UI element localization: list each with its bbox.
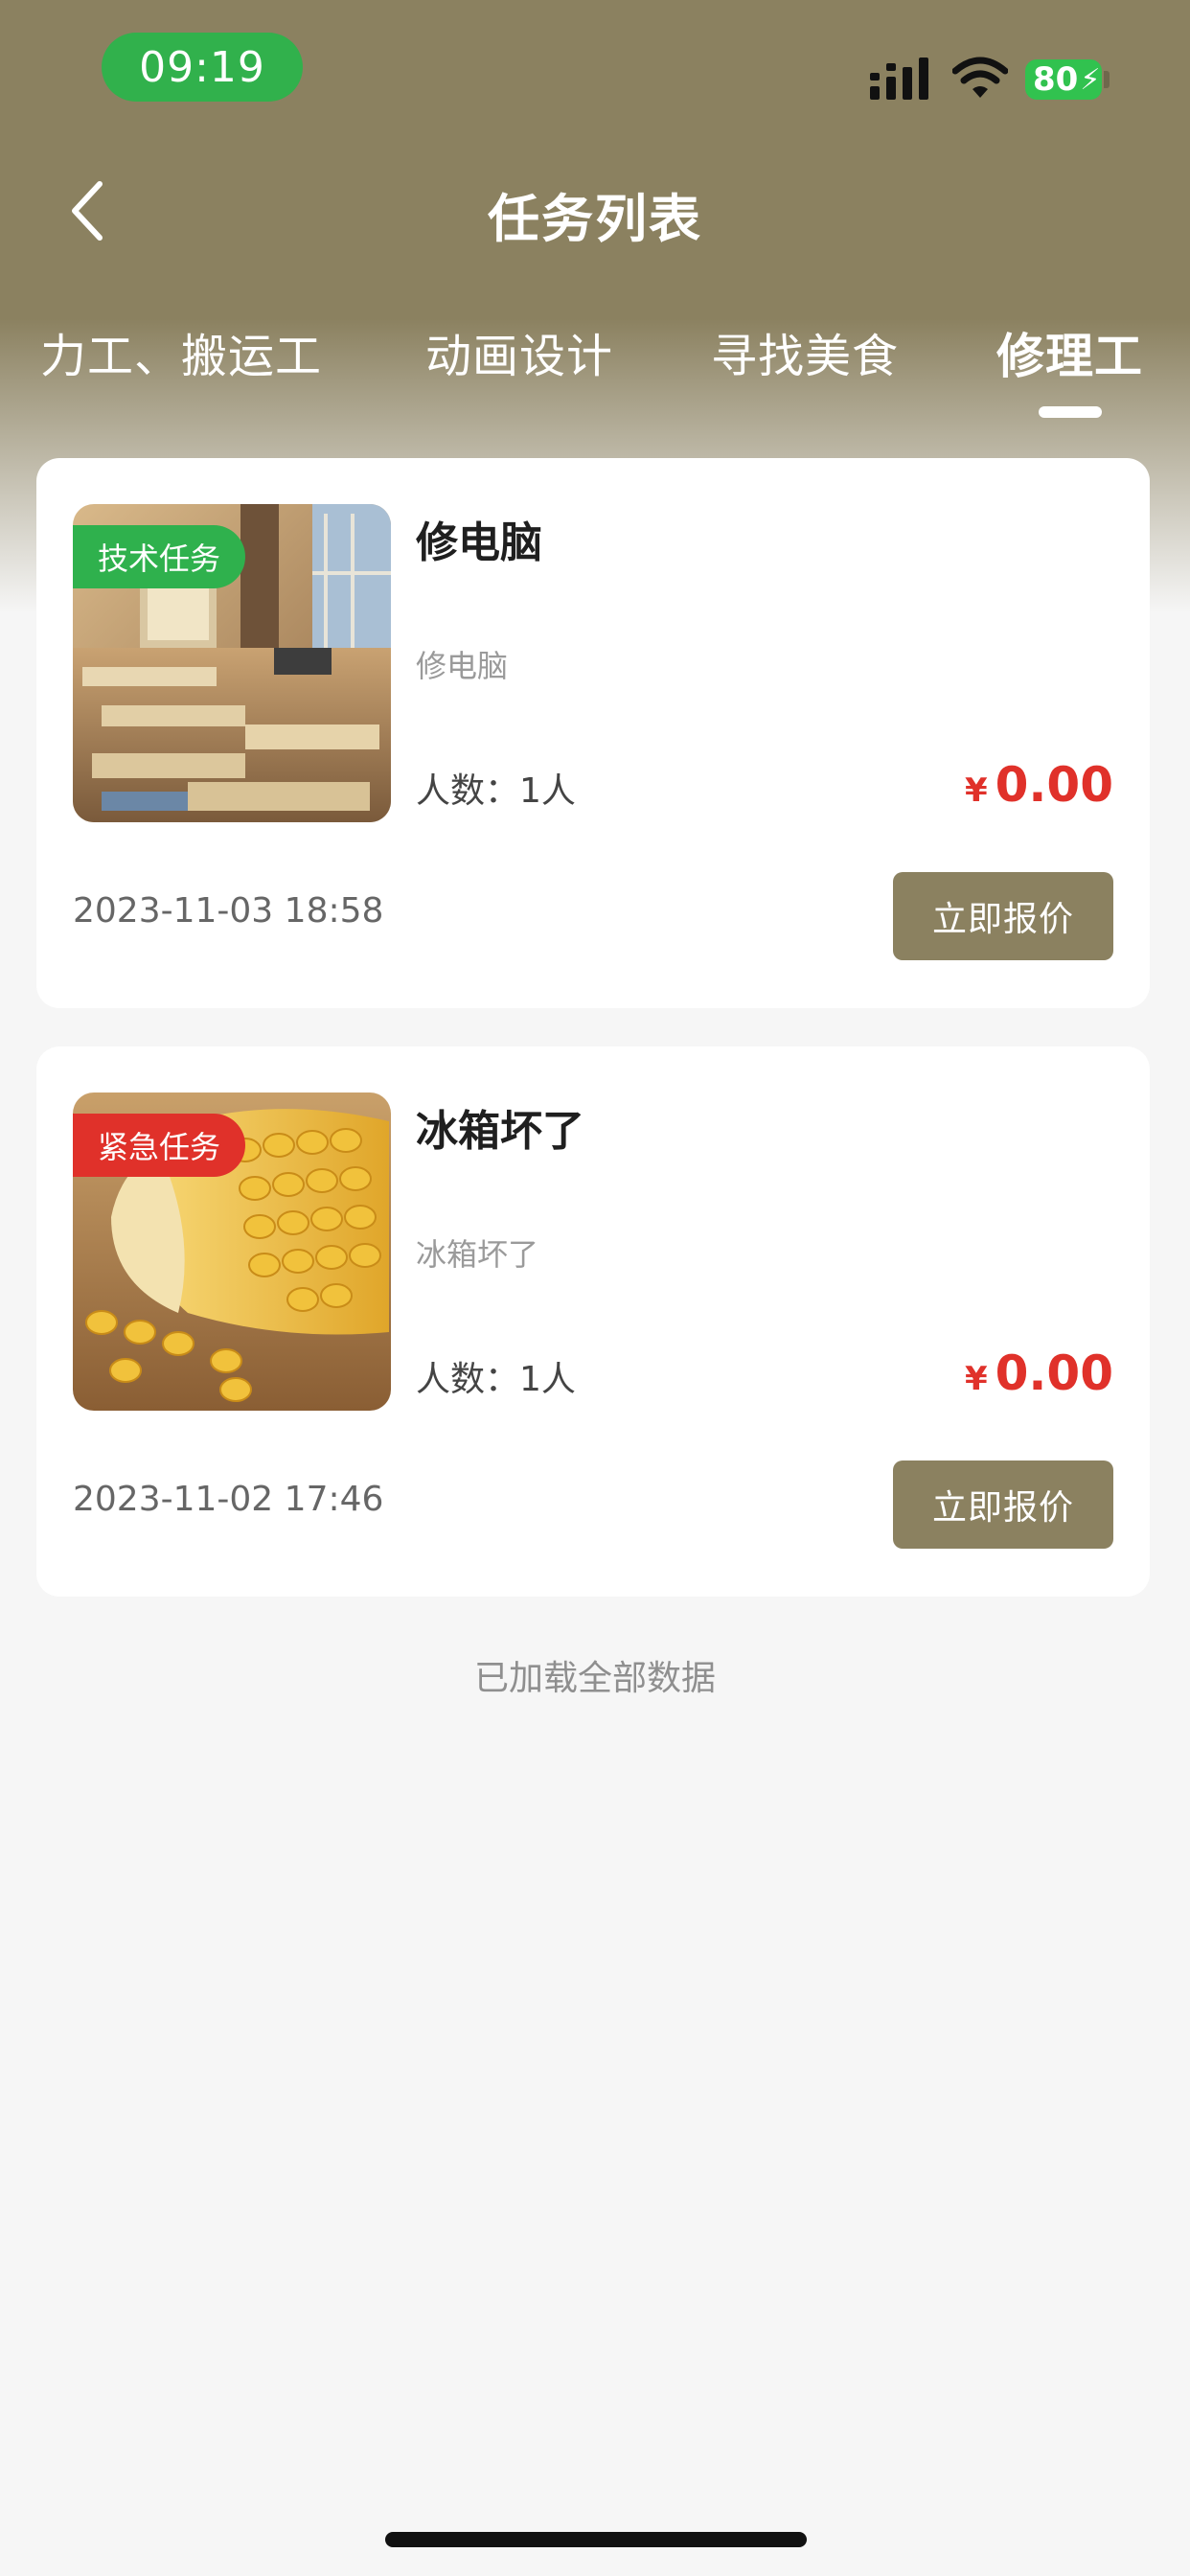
home-indicator[interactable] bbox=[385, 2532, 807, 2547]
task-list-screen: 09:19 80 ⚡ 任务列表 力工、搬运工 动画设计 寻找美食 修理工 技术任… bbox=[0, 0, 1190, 2576]
tab-find-food[interactable]: 寻找美食 bbox=[711, 318, 899, 385]
task-badge: 紧急任务 bbox=[73, 1114, 246, 1177]
task-card[interactable]: 技术任务 修电脑 修电脑 人数：1人 ¥ 0.00 2023-11-03 18:… bbox=[36, 458, 1150, 1008]
price-value: 0.00 bbox=[995, 757, 1113, 813]
quote-now-button[interactable]: 立即报价 bbox=[893, 872, 1113, 960]
battery-indicator: 80 ⚡ bbox=[1025, 59, 1102, 100]
charging-bolt-icon: ⚡ bbox=[1080, 62, 1101, 97]
currency-symbol: ¥ bbox=[964, 1360, 988, 1398]
people-count: 人数：1人 bbox=[416, 771, 576, 811]
tab-labor[interactable]: 力工、搬运工 bbox=[40, 318, 322, 385]
wifi-icon bbox=[952, 57, 1008, 98]
task-card[interactable]: 紧急任务 冰箱坏了 冰箱坏了 人数：1人 ¥ 0.00 2023-11-02 1… bbox=[36, 1046, 1150, 1597]
task-badge: 技术任务 bbox=[73, 525, 246, 588]
price-value: 0.00 bbox=[995, 1346, 1113, 1401]
task-title: 冰箱坏了 bbox=[416, 1107, 584, 1156]
active-tab-indicator bbox=[1039, 406, 1102, 418]
task-date: 2023-11-02 17:46 bbox=[73, 1480, 384, 1519]
task-image-classroom: 技术任务 bbox=[73, 504, 391, 822]
currency-symbol: ¥ bbox=[964, 771, 988, 810]
category-tabs: 力工、搬运工 动画设计 寻找美食 修理工 bbox=[0, 318, 1190, 414]
task-description: 冰箱坏了 bbox=[416, 1236, 539, 1273]
battery-cap bbox=[1104, 71, 1110, 88]
cellular-signal-icon bbox=[870, 58, 928, 100]
status-time: 09:19 bbox=[102, 33, 303, 102]
people-count: 人数：1人 bbox=[416, 1360, 576, 1399]
battery-level: 80 bbox=[1033, 60, 1079, 99]
all-data-loaded-text: 已加载全部数据 bbox=[473, 1659, 716, 1698]
task-title: 修电脑 bbox=[416, 518, 542, 567]
quote-now-button[interactable]: 立即报价 bbox=[893, 1460, 1113, 1549]
tab-repairman[interactable]: 修理工 bbox=[996, 318, 1143, 387]
task-price: ¥ 0.00 bbox=[965, 757, 1113, 813]
task-image-corn: 紧急任务 bbox=[73, 1092, 391, 1411]
page-title: 任务列表 bbox=[488, 189, 702, 249]
tab-animation-design[interactable]: 动画设计 bbox=[425, 318, 613, 385]
task-description: 修电脑 bbox=[416, 648, 509, 684]
task-date: 2023-11-03 18:58 bbox=[73, 891, 384, 931]
task-price: ¥ 0.00 bbox=[965, 1346, 1113, 1401]
